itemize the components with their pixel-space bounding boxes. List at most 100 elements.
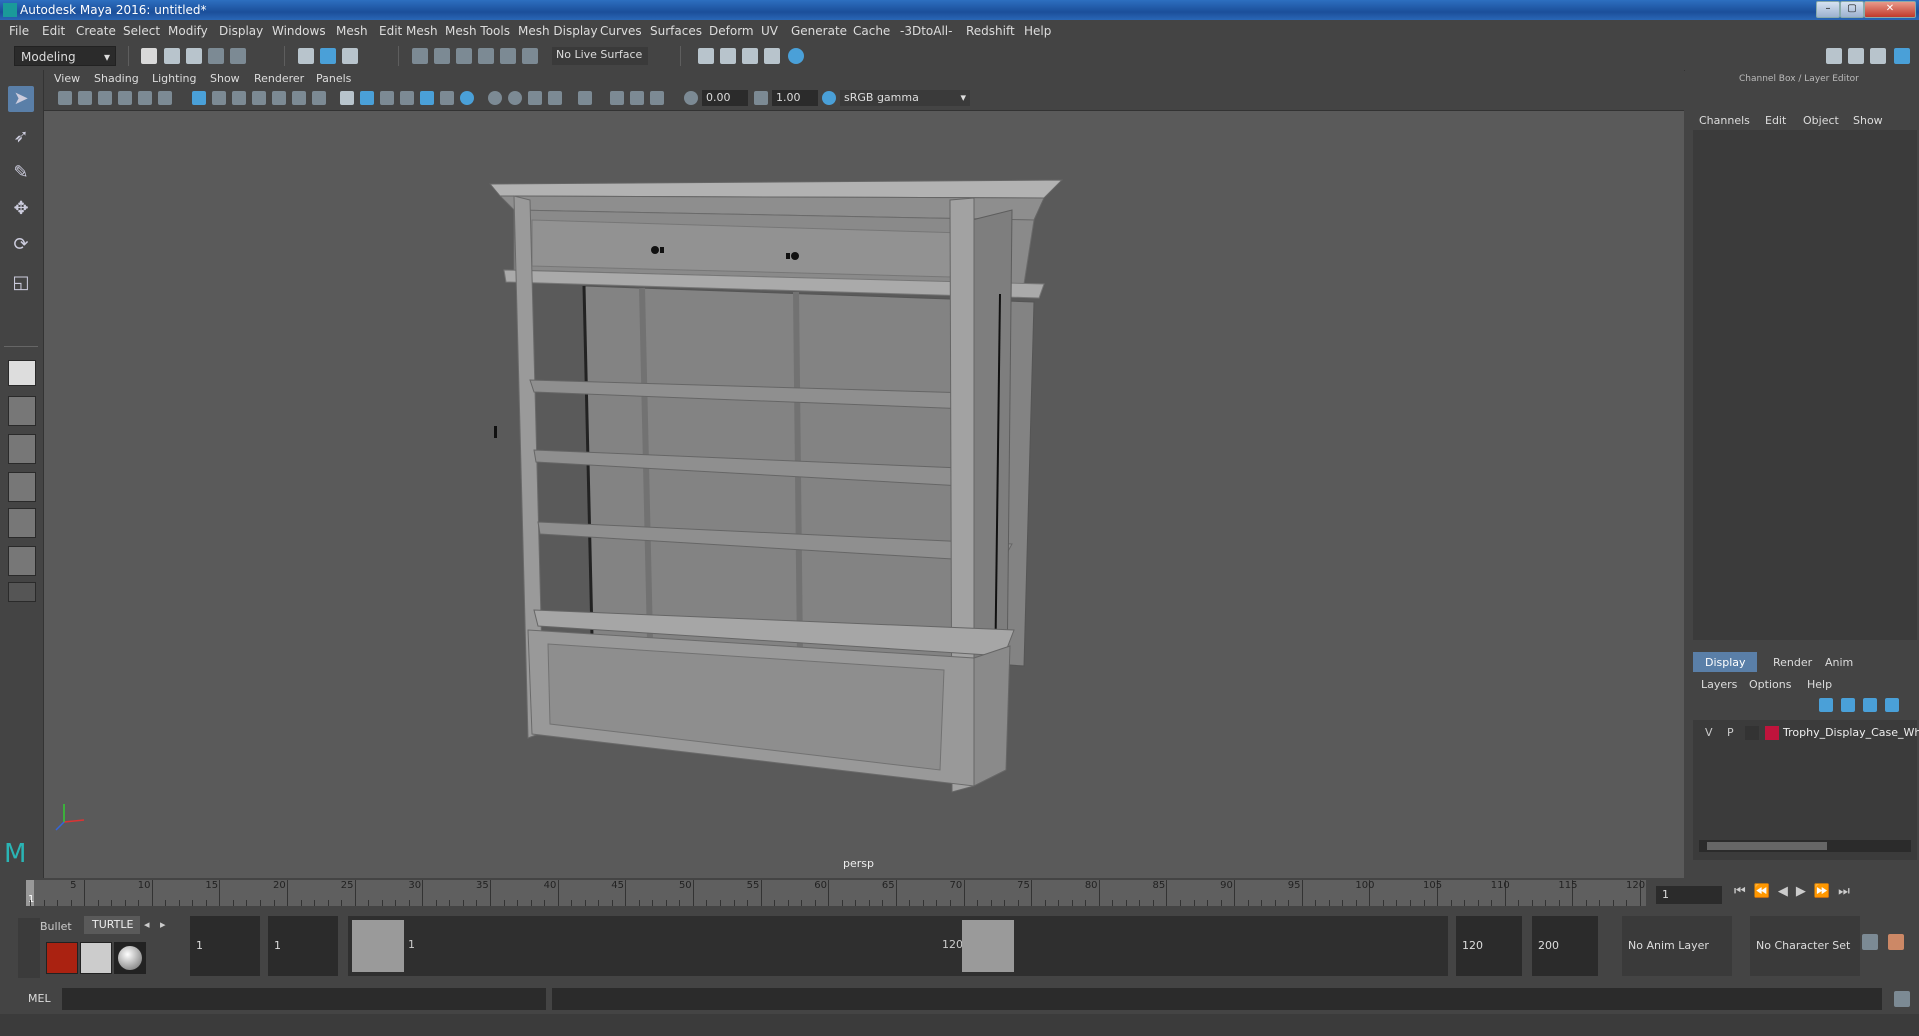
step-forward-key-icon[interactable]: ⏩ — [1814, 884, 1838, 899]
ipr-render-icon[interactable] — [742, 48, 758, 64]
menu-windows[interactable]: Windows — [272, 24, 326, 38]
open-scene-icon[interactable] — [164, 48, 180, 64]
vp-menu-shading[interactable]: Shading — [94, 72, 139, 85]
2d-pan-icon[interactable] — [138, 91, 152, 105]
go-to-end-icon[interactable]: ⏭ — [1838, 884, 1858, 899]
select-object-icon[interactable] — [320, 48, 336, 64]
exposure-field[interactable]: 0.00 — [702, 90, 748, 106]
color-management-icon[interactable] — [822, 91, 836, 105]
options-menu[interactable]: Options — [1749, 678, 1791, 691]
more-layouts-icon[interactable] — [8, 582, 36, 602]
layer-playback-toggle[interactable]: P — [1727, 726, 1734, 739]
minimize-button[interactable]: – — [1816, 1, 1840, 18]
shelf-scroll-right-icon[interactable]: ▸ — [160, 918, 166, 931]
four-pane-layout-icon[interactable] — [8, 396, 36, 426]
undo-icon[interactable] — [208, 48, 224, 64]
current-frame-field[interactable]: 1 — [1656, 886, 1722, 904]
grid-toggle-icon[interactable] — [192, 91, 206, 105]
select-hierarchy-icon[interactable] — [298, 48, 314, 64]
tab-anim[interactable]: Anim — [1825, 656, 1853, 669]
field-chart-icon[interactable] — [272, 91, 286, 105]
single-pane-layout-icon[interactable] — [8, 360, 36, 386]
isolate-select-icon[interactable] — [578, 91, 592, 105]
scale-tool-icon[interactable]: ◱ — [8, 270, 34, 296]
command-input[interactable] — [62, 988, 546, 1010]
gamma-icon[interactable] — [754, 91, 768, 105]
layer-name[interactable]: Trophy_Display_Case_Wh — [1783, 726, 1919, 739]
hypershade-layout-icon[interactable] — [8, 508, 36, 538]
layer-type-toggle[interactable] — [1745, 726, 1759, 740]
lasso-tool-icon[interactable]: ➶ — [8, 124, 34, 150]
turtle-sphere-icon[interactable] — [114, 942, 146, 974]
shelf-scroll-left-icon[interactable]: ◂ — [144, 918, 150, 931]
rotate-tool-icon[interactable]: ⟳ — [8, 232, 34, 258]
range-slider-end-handle[interactable] — [962, 920, 1014, 972]
menu-curves[interactable]: Curves — [600, 24, 642, 38]
camera-icon[interactable] — [58, 91, 72, 105]
auto-key-icon[interactable] — [1862, 934, 1878, 950]
menu-edit[interactable]: Edit — [42, 24, 65, 38]
safe-title-icon[interactable] — [312, 91, 326, 105]
menu-select[interactable]: Select — [123, 24, 160, 38]
snap-point-icon[interactable] — [456, 48, 472, 64]
end-time-field[interactable]: 200 — [1532, 916, 1598, 976]
layer-row[interactable]: V P Trophy_Display_Case_Wh — [1693, 724, 1919, 742]
menu-cache[interactable]: Cache — [853, 24, 890, 38]
textured-icon[interactable] — [400, 91, 414, 105]
exposure-icon[interactable] — [684, 91, 698, 105]
xray-icon[interactable] — [420, 91, 434, 105]
xray-joints-icon[interactable] — [610, 91, 624, 105]
resolution-gate-icon[interactable] — [232, 91, 246, 105]
uv-editor-layout-icon[interactable] — [8, 546, 36, 576]
outliner-persp-layout-icon[interactable] — [8, 434, 36, 464]
menu-edit-mesh[interactable]: Edit Mesh — [379, 24, 438, 38]
tab-render[interactable]: Render — [1773, 656, 1812, 669]
menu-deform[interactable]: Deform — [709, 24, 754, 38]
play-forward-icon[interactable]: ▶ — [1796, 884, 1814, 899]
safe-action-icon[interactable] — [292, 91, 306, 105]
wireframe-on-shaded-icon[interactable] — [380, 91, 394, 105]
playback-start-field[interactable]: 1 — [268, 916, 338, 976]
select-tool-icon[interactable]: ➤ — [8, 86, 34, 112]
smooth-shade-icon[interactable] — [360, 91, 374, 105]
shadows-icon[interactable] — [460, 91, 474, 105]
use-lights-icon[interactable] — [440, 91, 454, 105]
depth-of-field-icon[interactable] — [548, 91, 562, 105]
bookmark-icon[interactable] — [98, 91, 112, 105]
step-back-key-icon[interactable]: ⏪ — [1754, 884, 1778, 899]
range-slider-track[interactable]: 1 120 — [348, 916, 1448, 976]
shelf-menu-handle[interactable] — [18, 918, 40, 978]
vp-menu-renderer[interactable]: Renderer — [254, 72, 304, 85]
new-layer-icon[interactable] — [1863, 698, 1877, 712]
layer-color-swatch[interactable] — [1765, 726, 1779, 740]
menu-mesh-tools[interactable]: Mesh Tools — [445, 24, 510, 38]
modeling-toolkit-icon[interactable] — [1826, 48, 1842, 64]
camera-attributes-icon[interactable] — [78, 91, 92, 105]
menu-redshift[interactable]: Redshift — [966, 24, 1015, 38]
anim-layer-dropdown[interactable]: No Anim Layer — [1622, 916, 1732, 976]
turtle-render-icon[interactable] — [46, 942, 78, 974]
menu-mesh-display[interactable]: Mesh Display — [518, 24, 598, 38]
ambient-occlusion-icon[interactable] — [488, 91, 502, 105]
snap-curve-icon[interactable] — [434, 48, 450, 64]
viewport-3d[interactable] — [44, 70, 1684, 878]
hypershade-icon[interactable] — [788, 48, 804, 64]
range-slider-start-handle[interactable] — [352, 920, 404, 972]
snap-view-icon[interactable] — [478, 48, 494, 64]
mode-selector[interactable]: Modeling ▾ — [14, 46, 116, 66]
shelf-tab-turtle[interactable]: TURTLE — [84, 916, 140, 934]
paint-select-icon[interactable]: ✎ — [8, 160, 34, 186]
gate-mask-icon[interactable] — [252, 91, 266, 105]
move-tool-icon[interactable]: ✥ — [8, 196, 34, 222]
select-component-icon[interactable] — [342, 48, 358, 64]
edit-menu[interactable]: Edit — [1765, 114, 1786, 127]
menu-help[interactable]: Help — [1024, 24, 1051, 38]
layer-scrollbar-thumb[interactable] — [1707, 842, 1827, 850]
live-surface-field[interactable]: No Live Surface — [552, 47, 648, 65]
menu-mesh[interactable]: Mesh — [336, 24, 368, 38]
time-ruler[interactable]: 1 5 10 15 20 25 30 35 40 45 50 55 60 65 70 75 80 85 90 95 1… — [26, 880, 1646, 906]
redo-icon[interactable] — [230, 48, 246, 64]
gamma-field[interactable]: 1.00 — [772, 90, 818, 106]
trophy-case-model[interactable] — [44, 70, 1684, 878]
menu-generate[interactable]: Generate — [791, 24, 847, 38]
